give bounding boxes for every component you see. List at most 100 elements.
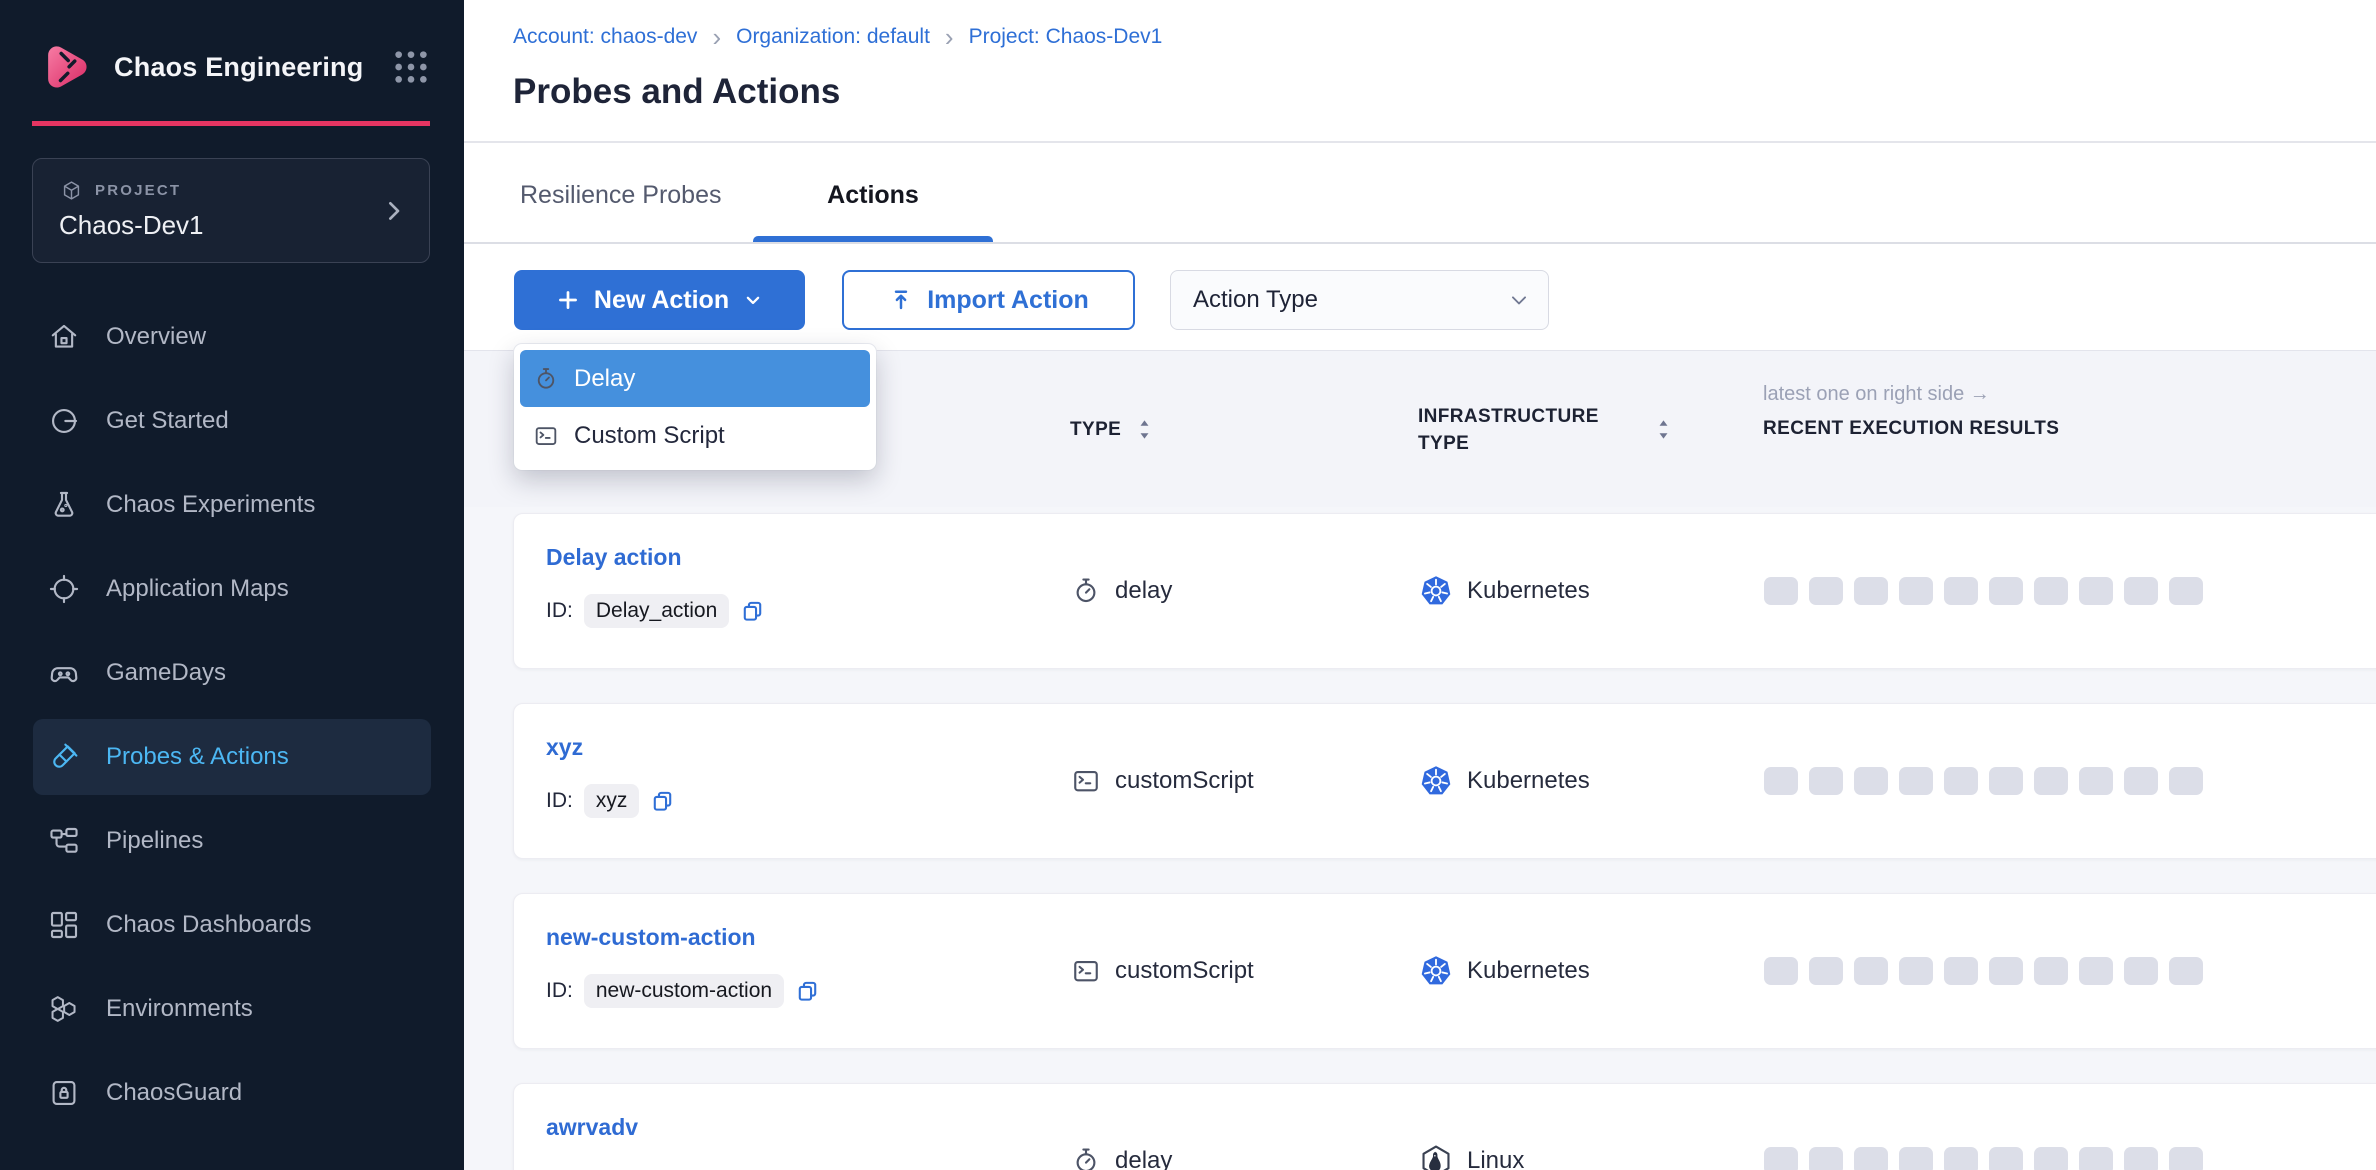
sidebar-item-label: Environments bbox=[106, 995, 253, 1023]
chevron-right-icon bbox=[380, 197, 407, 224]
new-action-button[interactable]: New Action bbox=[514, 270, 805, 330]
terminal-icon bbox=[1071, 766, 1101, 796]
menu-item-label: Custom Script bbox=[574, 422, 725, 450]
action-name-cell: awrvadv bbox=[546, 1084, 638, 1141]
sidebar-item-application-maps[interactable]: Application Maps bbox=[33, 551, 431, 627]
sidebar-item-environments[interactable]: Environments bbox=[33, 971, 431, 1047]
action-name-link[interactable]: awrvadv bbox=[546, 1114, 638, 1141]
execution-result-placeholder bbox=[2169, 577, 2203, 605]
infrastructure-cell: Linux bbox=[1419, 1144, 1524, 1170]
id-label: ID: bbox=[546, 979, 573, 1003]
action-type-value: customScript bbox=[1115, 957, 1254, 985]
execution-result-placeholder bbox=[1989, 577, 2023, 605]
table-row: xyz ID: xyz customScript Kubernetes bbox=[513, 703, 2376, 859]
execution-result-placeholder bbox=[1989, 767, 2023, 795]
id-label: ID: bbox=[546, 789, 573, 813]
sort-icon[interactable] bbox=[1656, 417, 1671, 442]
action-name-cell: Delay action ID: Delay_action bbox=[546, 514, 765, 628]
chevron-down-icon bbox=[742, 289, 764, 311]
execution-result-placeholder bbox=[1809, 957, 1843, 985]
action-type-cell: customScript bbox=[1071, 766, 1254, 796]
sidebar-item-pipelines[interactable]: Pipelines bbox=[33, 803, 431, 879]
sidebar-item-label: Application Maps bbox=[106, 575, 289, 603]
execution-result-placeholder bbox=[1764, 767, 1798, 795]
accent-divider bbox=[32, 121, 430, 126]
type-column-header: TYPE bbox=[1070, 351, 1152, 508]
import-action-button-label: Import Action bbox=[927, 286, 1089, 315]
infrastructure-cell: Kubernetes bbox=[1419, 954, 1590, 988]
execution-result-placeholder bbox=[1989, 1147, 2023, 1170]
breadcrumb-link-account[interactable]: Account: chaos-dev bbox=[513, 25, 697, 49]
import-action-button[interactable]: Import Action bbox=[842, 270, 1135, 330]
action-type-value: customScript bbox=[1115, 767, 1254, 795]
execution-result-placeholder bbox=[1944, 957, 1978, 985]
copy-icon[interactable] bbox=[795, 979, 820, 1004]
sidebar-item-chaos-experiments[interactable]: Chaos Experiments bbox=[33, 467, 431, 543]
project-selector[interactable]: PROJECT Chaos-Dev1 bbox=[32, 158, 430, 263]
sidebar-item-chaos-dashboards[interactable]: Chaos Dashboards bbox=[33, 887, 431, 963]
action-name-link[interactable]: Delay action bbox=[546, 544, 765, 571]
action-name-link[interactable]: new-custom-action bbox=[546, 924, 820, 951]
execution-result-placeholder bbox=[1854, 957, 1888, 985]
action-id-row: ID: xyz bbox=[546, 784, 675, 818]
id-value-pill: new-custom-action bbox=[584, 974, 784, 1008]
action-type-cell: delay bbox=[1071, 576, 1172, 606]
breadcrumb-separator: › bbox=[712, 24, 721, 50]
menu-item-label: Delay bbox=[574, 365, 635, 393]
sidebar-item-probes-actions[interactable]: Probes & Actions bbox=[33, 719, 431, 795]
target-icon bbox=[48, 573, 80, 605]
type-column-header-label: TYPE bbox=[1070, 419, 1121, 441]
execution-result-placeholder bbox=[1899, 767, 1933, 795]
sidebar-item-overview[interactable]: Overview bbox=[33, 299, 431, 375]
sidebar-item-label: Probes & Actions bbox=[106, 743, 289, 771]
table-row: new-custom-action ID: new-custom-action … bbox=[513, 893, 2376, 1049]
execution-result-placeholder bbox=[1854, 577, 1888, 605]
sidebar-item-label: ChaosGuard bbox=[106, 1079, 242, 1107]
copy-icon[interactable] bbox=[650, 789, 675, 814]
module-switcher-grid-icon[interactable] bbox=[392, 48, 430, 86]
cube-icon bbox=[60, 179, 83, 202]
infrastructure-value: Kubernetes bbox=[1467, 577, 1590, 605]
copy-icon[interactable] bbox=[740, 599, 765, 624]
new-action-button-label: New Action bbox=[594, 286, 729, 315]
id-label: ID: bbox=[546, 599, 573, 623]
sidebar-header: Chaos Engineering bbox=[36, 36, 430, 98]
linux-icon bbox=[1419, 1144, 1453, 1170]
plus-icon bbox=[555, 287, 581, 313]
recent-execution-results-cell bbox=[1764, 957, 2203, 985]
sidebar-item-gamedays[interactable]: GameDays bbox=[33, 635, 431, 711]
breadcrumb: Account: chaos-dev › Organization: default… bbox=[513, 24, 1162, 50]
sidebar-item-label: Pipelines bbox=[106, 827, 203, 855]
menu-item-delay[interactable]: Delay bbox=[520, 350, 870, 407]
sidebar-item-chaosguard[interactable]: ChaosGuard bbox=[33, 1055, 431, 1131]
execution-result-placeholder bbox=[2034, 577, 2068, 605]
sort-icon[interactable] bbox=[1137, 417, 1152, 442]
project-label-row: PROJECT bbox=[60, 179, 181, 202]
probe-icon bbox=[48, 741, 80, 773]
new-action-menu: Delay Custom Script bbox=[514, 344, 876, 470]
action-type-filter-value: Action Type bbox=[1193, 286, 1318, 314]
action-name-link[interactable]: xyz bbox=[546, 734, 675, 761]
header-divider bbox=[464, 141, 2376, 143]
tab-resilience-probes[interactable]: Resilience Probes bbox=[520, 181, 722, 210]
stopwatch-icon bbox=[1071, 1146, 1101, 1170]
breadcrumb-link-organization[interactable]: Organization: default bbox=[736, 25, 930, 49]
stopwatch-icon bbox=[533, 366, 559, 392]
recent-execution-results-cell bbox=[1764, 577, 2203, 605]
project-label: PROJECT bbox=[95, 182, 181, 199]
recent-execution-results-cell bbox=[1764, 767, 2203, 795]
execution-result-placeholder bbox=[2169, 767, 2203, 795]
menu-item-custom-script[interactable]: Custom Script bbox=[520, 407, 870, 464]
execution-result-placeholders bbox=[1764, 767, 2203, 795]
sidebar-item-get-started[interactable]: Get Started bbox=[33, 383, 431, 459]
results-column-header: latest one on right side → RECENT EXECUT… bbox=[1763, 383, 2059, 440]
environments-icon bbox=[48, 993, 80, 1025]
breadcrumb-link-project[interactable]: Project: Chaos-Dev1 bbox=[969, 25, 1163, 49]
get-started-icon bbox=[48, 405, 80, 437]
action-type-filter[interactable]: Action Type bbox=[1170, 270, 1549, 330]
action-name-cell: new-custom-action ID: new-custom-action bbox=[546, 894, 820, 1008]
pipelines-icon bbox=[48, 825, 80, 857]
execution-result-placeholder bbox=[2034, 1147, 2068, 1170]
infrastructure-column-header: INFRASTRUCTURE TYPE bbox=[1418, 351, 1671, 508]
tab-actions[interactable]: Actions bbox=[753, 181, 993, 210]
